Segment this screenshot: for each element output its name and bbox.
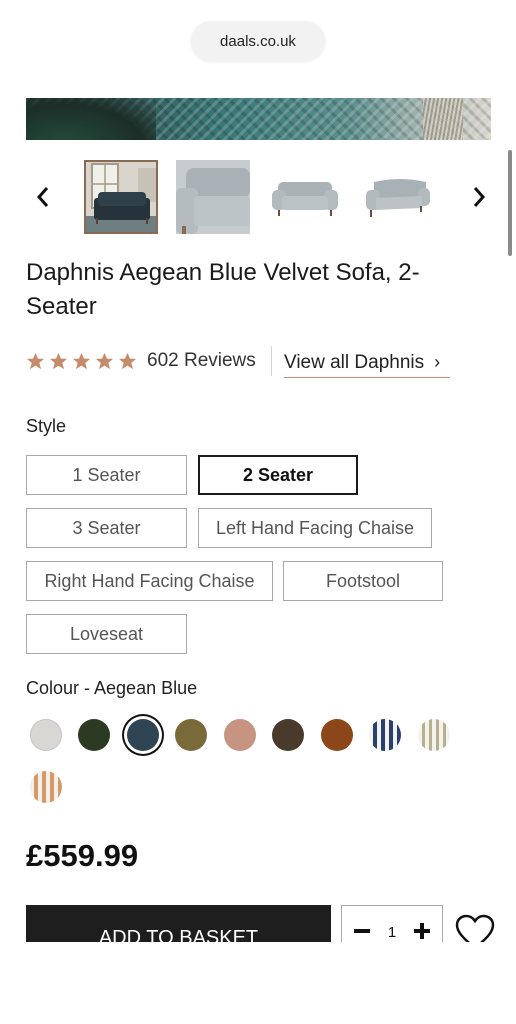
product-price: £559.99 [26, 838, 139, 873]
url-bar[interactable]: daals.co.uk [191, 21, 325, 61]
swatch-rust[interactable] [321, 719, 353, 751]
minus-icon[interactable] [354, 929, 370, 933]
swatch-sage-stripe[interactable] [418, 719, 450, 751]
rug-fringe [423, 98, 463, 140]
thumbnail-carousel [26, 158, 496, 238]
rating-divider [271, 346, 272, 376]
thumbnail-sofa-angle[interactable] [360, 160, 434, 234]
plus-icon[interactable] [414, 923, 430, 939]
product-title: Daphnis Aegean Blue Velvet Sofa, 2-Seate… [26, 259, 420, 320]
sofa-room-image [86, 162, 156, 232]
thumbnail-sofa-in-room[interactable] [84, 160, 158, 234]
swatch-dark-green[interactable] [78, 719, 110, 751]
rating-summary[interactable]: 602 Reviews [26, 346, 256, 376]
url-text: daals.co.uk [220, 32, 296, 50]
add-to-basket-button[interactable]: ADD TO BASKET [26, 905, 331, 942]
chevron-right-icon: › [434, 352, 441, 372]
carousel-prev-button[interactable] [28, 182, 58, 212]
style-option-loveseat[interactable]: Loveseat [26, 614, 187, 654]
swatch-blush[interactable] [224, 719, 256, 751]
main-product-image[interactable] [26, 98, 491, 140]
star-rating [26, 352, 137, 371]
page-scrollbar[interactable] [508, 150, 512, 256]
style-option-2-seater[interactable]: 2 Seater [198, 455, 358, 495]
swatch-terracotta-stripe[interactable] [30, 771, 62, 803]
swatch-aegean-blue[interactable] [127, 719, 159, 751]
chevron-right-icon [473, 187, 486, 207]
sofa-closeup-image [176, 160, 250, 234]
swatch-light-grey[interactable] [30, 719, 62, 751]
view-all-range-link[interactable]: View all Daphnis › [284, 348, 450, 378]
quantity-stepper: 1 [341, 905, 443, 942]
add-to-basket-label: ADD TO BASKET [98, 927, 259, 942]
view-all-label: View all Daphnis [284, 351, 425, 373]
quantity-value[interactable]: 1 [388, 924, 396, 941]
swatch-dark-brown[interactable] [272, 719, 304, 751]
star-icon [95, 352, 114, 369]
style-option-footstool[interactable]: Footstool [283, 561, 443, 601]
style-option-1-seater[interactable]: 1 Seater [26, 455, 187, 495]
floor-shadow [26, 98, 156, 140]
sofa-angle-image [360, 160, 434, 234]
thumbnail-sofa-front[interactable] [268, 160, 342, 234]
reviews-count[interactable]: 602 Reviews [147, 350, 256, 372]
wishlist-button[interactable] [455, 914, 495, 942]
star-icon [49, 352, 68, 369]
viewport-bottom-blank [0, 942, 516, 1024]
star-icon [72, 352, 91, 369]
style-option-right-chaise[interactable]: Right Hand Facing Chaise [26, 561, 273, 601]
chevron-left-icon [36, 187, 49, 207]
star-icon [26, 352, 45, 369]
heart-icon [455, 914, 495, 942]
sofa-front-image [268, 160, 342, 234]
carousel-next-button[interactable] [464, 182, 494, 212]
swatch-olive[interactable] [175, 719, 207, 751]
swatch-navy-stripe[interactable] [369, 719, 401, 751]
style-label: Style [26, 416, 67, 436]
style-option-3-seater[interactable]: 3 Seater [26, 508, 187, 548]
thumbnail-sofa-closeup[interactable] [176, 160, 250, 234]
style-option-left-chaise[interactable]: Left Hand Facing Chaise [198, 508, 432, 548]
colour-label: Colour - Aegean Blue [26, 678, 198, 698]
star-icon [118, 352, 137, 369]
